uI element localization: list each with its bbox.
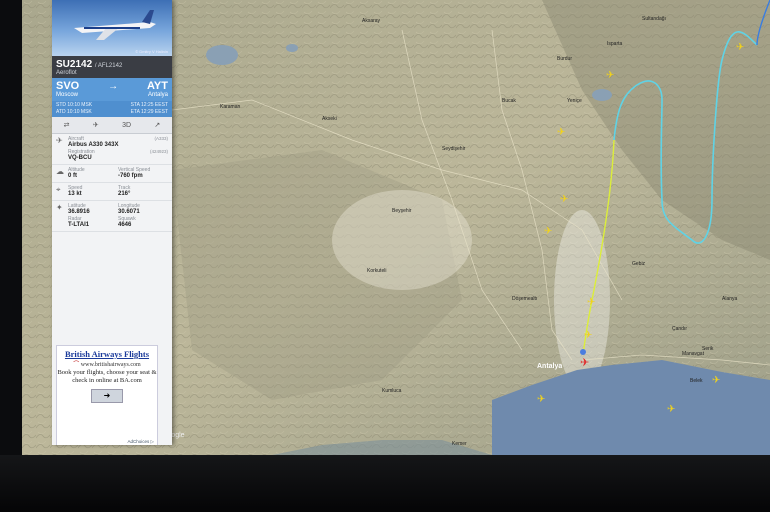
follow-aircraft-icon[interactable]: ✈ — [93, 121, 99, 129]
airline-name: Aeroflot — [56, 70, 77, 76]
svg-text:Bucak: Bucak — [502, 98, 516, 104]
lake-beysehir — [206, 45, 238, 65]
origin-city: Moscow — [56, 92, 79, 98]
arrow-right-icon: → — [108, 81, 119, 92]
ad-title[interactable]: British Airways Flights — [57, 349, 157, 359]
svg-text:Çandır: Çandır — [672, 326, 687, 332]
flight-icao: / AFL2142 — [94, 63, 123, 69]
std-time: 10:10 MSK — [67, 102, 93, 108]
svg-text:Burdur: Burdur — [557, 56, 572, 62]
aircraft-icon: ✈ — [606, 70, 614, 81]
aircraft-row: ✈ Aircraft (A333) Airbus A330 343X Regist… — [52, 134, 172, 165]
aircraft-icon: ✈ — [557, 127, 565, 138]
sta-label: STA — [130, 102, 140, 108]
squawk-value: 4646 — [118, 222, 132, 228]
svg-text:Isparta: Isparta — [607, 41, 623, 47]
speed-icon: ⌖ — [56, 185, 61, 194]
panel-toolbar: ⇄ ✈ 3D ↗ — [52, 117, 172, 134]
monitor-bezel — [0, 455, 770, 512]
svg-text:Gebiz: Gebiz — [632, 261, 646, 267]
city-antalya: Antalya — [537, 363, 562, 370]
svg-text:Karaman: Karaman — [220, 104, 241, 110]
lon-value: 30.6071 — [118, 209, 140, 215]
svg-text:Belek: Belek — [690, 378, 703, 384]
svg-text:Alanya: Alanya — [722, 296, 738, 302]
lat-value: 36.8916 — [68, 209, 90, 215]
screen: Karaman Aksaray Beyşehir Seydişehir Ispa… — [22, 0, 770, 455]
photo-credit: © Dmitry V Halinin — [135, 49, 168, 54]
eta-time: 12:29 EEST — [141, 109, 168, 115]
svg-text:Döşemealtı: Döşemealtı — [512, 296, 537, 302]
speed-value: 13 kt — [68, 191, 82, 197]
svg-text:Kumluca: Kumluca — [382, 388, 402, 394]
lake-small — [286, 44, 298, 52]
svg-text:Serik: Serik — [702, 346, 714, 352]
svg-text:Korkuteli: Korkuteli — [367, 268, 386, 274]
aircraft-photo[interactable]: © Dmitry V Halinin — [52, 0, 172, 56]
vspeed-value: -760 fpm — [118, 173, 143, 179]
registration-code: (424923) — [149, 149, 168, 154]
route-icon[interactable]: ⇄ — [64, 121, 70, 129]
aircraft-icon: ✈ — [667, 404, 675, 415]
svg-text:Sultandağı: Sultandağı — [642, 16, 666, 22]
aircraft-value: Airbus A330 343X — [68, 142, 119, 148]
schedule-times: STD 10:10 MSK ATD 10:10 MSK STA 12:25 EE… — [52, 101, 172, 117]
aircraft-photo-image — [74, 10, 156, 40]
svg-text:Akseki: Akseki — [322, 116, 337, 122]
atd-label: ATD — [56, 109, 66, 115]
altitude-row: ☁ Altitude 0 ft Vertical Speed -760 fpm — [52, 165, 172, 183]
flight-number: SU2142 — [56, 59, 93, 70]
altitude-value: 0 ft — [68, 173, 77, 179]
svg-text:Seydişehir: Seydişehir — [442, 146, 466, 152]
svg-text:Aksaray: Aksaray — [362, 18, 381, 24]
origin-code[interactable]: SVO — [56, 80, 79, 92]
aircraft-icon: ✈ — [56, 136, 63, 145]
cloud-haze — [332, 190, 472, 290]
atd-time: 10:10 MSK — [67, 109, 92, 115]
aircraft-icon: ✈ — [584, 330, 592, 341]
cloud-icon: ☁ — [56, 167, 64, 176]
sta-time: 12:25 EEST — [141, 102, 168, 108]
destination-code[interactable]: AYT — [147, 80, 168, 92]
destination-city: Antalya — [147, 92, 168, 98]
share-icon[interactable]: ↗ — [154, 121, 160, 129]
ba-logo-icon: ⌒ — [73, 362, 80, 368]
track-value: 216° — [118, 191, 131, 197]
aircraft-code: (A333) — [154, 136, 168, 141]
eta-label: ETA — [130, 109, 140, 115]
ad-url[interactable]: www.britishairways.com — [81, 362, 141, 368]
ad-body: Book your flights, choose your seat & ch… — [57, 369, 157, 384]
svg-text:Kemer: Kemer — [452, 441, 467, 447]
ad-arrow-button[interactable]: ➜ — [91, 389, 123, 403]
svg-text:Beyşehir: Beyşehir — [392, 208, 412, 214]
aircraft-icon: ✈ — [736, 42, 744, 53]
radar-value: T-LTAI1 — [68, 222, 90, 228]
lake-egirdir — [592, 89, 612, 101]
position-row: ✦ Latitude 36.8916 Radar T-LTAI1 Longitu… — [52, 201, 172, 232]
speed-row: ⌖ Speed 13 kt Track 216° — [52, 183, 172, 201]
std-label: STD — [56, 102, 66, 108]
aircraft-icon: ✈ — [712, 375, 720, 386]
svg-text:Yeniçe: Yeniçe — [567, 98, 582, 104]
route: SVO → AYT Moscow Antalya — [52, 78, 172, 101]
ad-box[interactable]: British Airways Flights ⌒ www.britishair… — [56, 345, 158, 445]
registration-value: VQ-BCU — [68, 155, 92, 161]
aircraft-icon: ✈ — [537, 394, 545, 405]
adchoices-link[interactable]: AdChoices ▷ — [128, 439, 154, 445]
aircraft-icon: ✈ — [560, 194, 568, 205]
selected-aircraft-icon[interactable]: ✈ — [580, 357, 589, 369]
flight-info-panel: © Dmitry V Halinin SU2142 / AFL2142 Aero… — [52, 0, 172, 445]
aircraft-icon: ✈ — [544, 226, 552, 237]
3d-view-button[interactable]: 3D — [122, 122, 131, 129]
satellite-icon: ✦ — [56, 203, 63, 212]
flight-header: SU2142 / AFL2142 Aeroflot — [52, 56, 172, 78]
aircraft-icon: ✈ — [587, 297, 595, 308]
airport-marker[interactable] — [580, 349, 586, 355]
